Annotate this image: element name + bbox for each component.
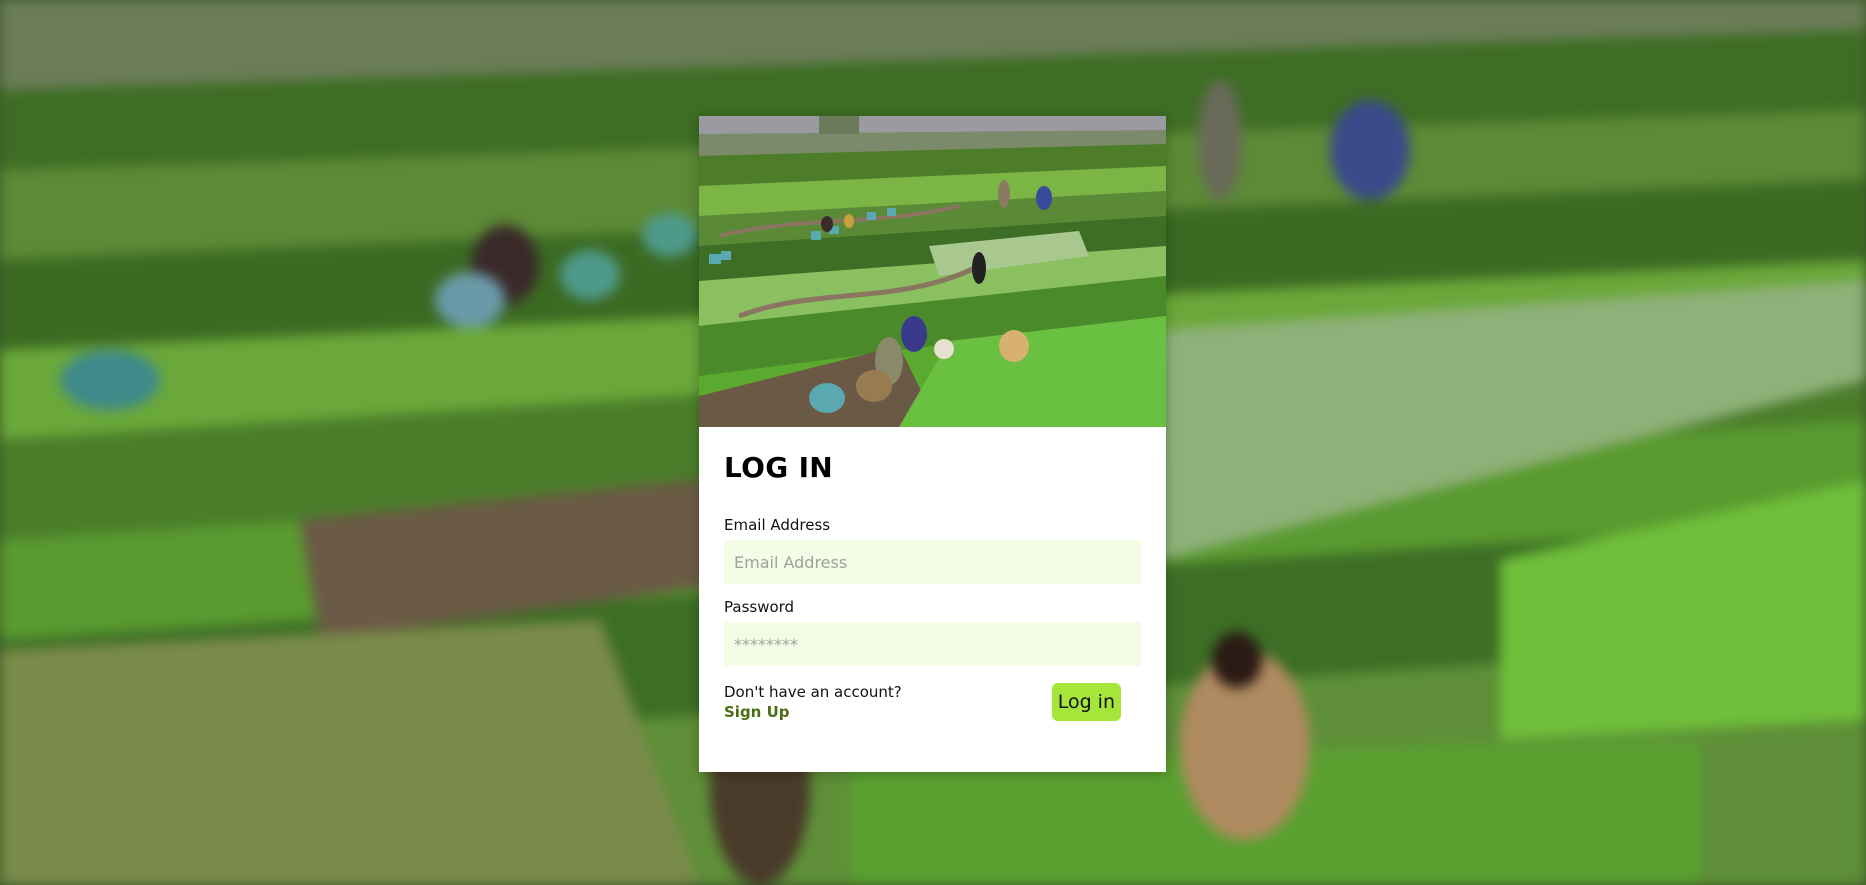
page-title: LOG IN: [724, 451, 834, 484]
login-card: LOG IN Email Address Password Don't have…: [699, 116, 1166, 772]
farm-field-image: [699, 116, 1166, 427]
no-account-text: Don't have an account?: [724, 683, 902, 701]
password-label: Password: [724, 598, 795, 616]
email-field[interactable]: [724, 540, 1141, 584]
signup-prompt: Don't have an account? Sign Up: [724, 682, 902, 722]
login-form: LOG IN Email Address Password Don't have…: [699, 427, 1166, 722]
password-field[interactable]: [724, 622, 1141, 666]
login-footer: Don't have an account? Sign Up Log in: [724, 682, 1121, 722]
signup-link[interactable]: Sign Up: [724, 702, 902, 722]
login-button[interactable]: Log in: [1051, 683, 1121, 721]
email-label: Email Address: [724, 516, 831, 534]
